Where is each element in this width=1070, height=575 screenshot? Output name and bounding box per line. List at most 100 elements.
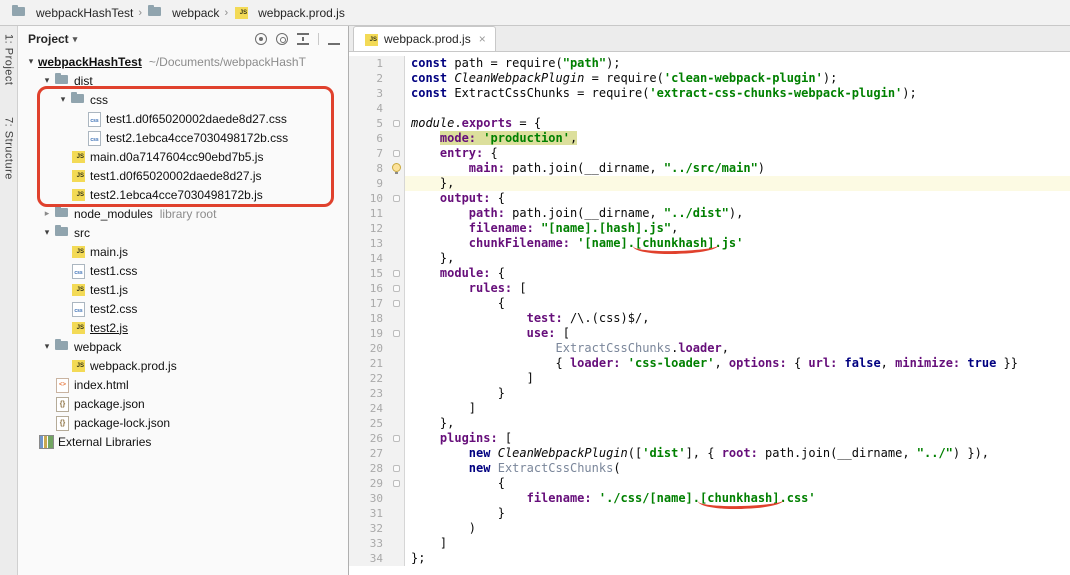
- fold-marker-icon[interactable]: [393, 270, 400, 277]
- line-number[interactable]: 3: [349, 86, 389, 101]
- line-number[interactable]: 16: [349, 281, 389, 296]
- line-number[interactable]: 32: [349, 521, 389, 536]
- code-line[interactable]: 11 path: path.join(__dirname, "../dist")…: [349, 206, 1070, 221]
- line-number[interactable]: 23: [349, 386, 389, 401]
- tree-item[interactable]: test2.js: [18, 318, 348, 337]
- code-line[interactable]: 6 mode: 'production',: [349, 131, 1070, 146]
- fold-marker-icon[interactable]: [393, 120, 400, 127]
- code-line[interactable]: 8 main: path.join(__dirname, "../src/mai…: [349, 161, 1070, 176]
- chevron-down-icon[interactable]: ▾: [56, 94, 70, 105]
- project-view-selector[interactable]: Project ▾: [28, 32, 77, 46]
- line-number[interactable]: 7: [349, 146, 389, 161]
- code-line[interactable]: 16 rules: [: [349, 281, 1070, 296]
- breadcrumb-item-file[interactable]: webpack.prod.js: [230, 5, 348, 20]
- tree-item[interactable]: ▾ css: [18, 90, 348, 109]
- gear-icon[interactable]: [276, 33, 288, 45]
- line-number[interactable]: 8: [349, 161, 389, 176]
- tree-item[interactable]: ▾ dist: [18, 71, 348, 90]
- hide-panel-icon[interactable]: [328, 33, 340, 45]
- tree-item[interactable]: External Libraries: [18, 432, 348, 451]
- line-number[interactable]: 6: [349, 131, 389, 146]
- code-line[interactable]: 30 filename: './css/[name].[chunkhash].c…: [349, 491, 1070, 506]
- line-number[interactable]: 29: [349, 476, 389, 491]
- chevron-down-icon[interactable]: ▾: [40, 227, 54, 238]
- line-number[interactable]: 34: [349, 551, 389, 566]
- code-line[interactable]: 3 const ExtractCssChunks = require('extra…: [349, 86, 1070, 101]
- tree-item[interactable]: test1.d0f65020002daede8d27.css: [18, 109, 348, 128]
- line-number[interactable]: 33: [349, 536, 389, 551]
- chevron-down-icon[interactable]: ▾: [40, 75, 54, 86]
- fold-marker-icon[interactable]: [393, 285, 400, 292]
- code-line[interactable]: 27 new CleanWebpackPlugin(['dist'], { ro…: [349, 446, 1070, 461]
- chevron-down-icon[interactable]: ▾: [24, 56, 38, 67]
- code-line[interactable]: 14 },: [349, 251, 1070, 266]
- tree-item[interactable]: test2.1ebca4cce7030498172b.js: [18, 185, 348, 204]
- line-number[interactable]: 25: [349, 416, 389, 431]
- collapse-all-icon[interactable]: [297, 33, 309, 45]
- code-line[interactable]: 24 ]: [349, 401, 1070, 416]
- code-line[interactable]: 25 },: [349, 416, 1070, 431]
- code-line[interactable]: 10 output: {: [349, 191, 1070, 206]
- code-line[interactable]: 1 const path = require("path");: [349, 56, 1070, 71]
- tree-item[interactable]: ▾ webpack: [18, 337, 348, 356]
- fold-marker-icon[interactable]: [393, 330, 400, 337]
- fold-marker-icon[interactable]: [393, 150, 400, 157]
- breadcrumb-item-project[interactable]: webpackHashTest: [8, 5, 136, 20]
- line-number[interactable]: 15: [349, 266, 389, 281]
- line-number[interactable]: 20: [349, 341, 389, 356]
- fold-marker-icon[interactable]: [393, 435, 400, 442]
- tree-item[interactable]: main.js: [18, 242, 348, 261]
- fold-marker-icon[interactable]: [393, 300, 400, 307]
- tree-item[interactable]: test2.css: [18, 299, 348, 318]
- tool-button-structure[interactable]: 7: Structure: [3, 117, 15, 180]
- line-number[interactable]: 24: [349, 401, 389, 416]
- code-line[interactable]: 4: [349, 101, 1070, 116]
- close-icon[interactable]: ×: [479, 32, 486, 46]
- line-number[interactable]: 21: [349, 356, 389, 371]
- code-line[interactable]: 13 chunkFilename: '[name].[chunkhash].js…: [349, 236, 1070, 251]
- line-number[interactable]: 22: [349, 371, 389, 386]
- tab-webpack-prod-js[interactable]: webpack.prod.js ×: [353, 26, 496, 51]
- tree-item[interactable]: webpack.prod.js: [18, 356, 348, 375]
- code-line[interactable]: 28 new ExtractCssChunks(: [349, 461, 1070, 476]
- line-number[interactable]: 30: [349, 491, 389, 506]
- line-number[interactable]: 17: [349, 296, 389, 311]
- tool-button-project[interactable]: 1: Project: [3, 34, 15, 85]
- code-line[interactable]: 20 ExtractCssChunks.loader,: [349, 341, 1070, 356]
- chevron-down-icon[interactable]: ▾: [40, 341, 54, 352]
- line-number[interactable]: 11: [349, 206, 389, 221]
- line-number[interactable]: 14: [349, 251, 389, 266]
- fold-marker-icon[interactable]: [393, 480, 400, 487]
- code-line[interactable]: 12 filename: "[name].[hash].js",: [349, 221, 1070, 236]
- line-number[interactable]: 10: [349, 191, 389, 206]
- code-line[interactable]: 26 plugins: [: [349, 431, 1070, 446]
- tree-item[interactable]: index.html: [18, 375, 348, 394]
- chevron-right-icon[interactable]: ▸: [40, 208, 54, 219]
- code-line[interactable]: 22 ]: [349, 371, 1070, 386]
- tree-item[interactable]: test1.js: [18, 280, 348, 299]
- line-number[interactable]: 5: [349, 116, 389, 131]
- code-line[interactable]: 31 }: [349, 506, 1070, 521]
- intention-bulb-icon[interactable]: [392, 163, 401, 174]
- line-number[interactable]: 27: [349, 446, 389, 461]
- line-number[interactable]: 19: [349, 326, 389, 341]
- tree-item[interactable]: test2.1ebca4cce7030498172b.css: [18, 128, 348, 147]
- tree-item[interactable]: package-lock.json: [18, 413, 348, 432]
- breadcrumb-item-webpack[interactable]: webpack: [144, 5, 222, 20]
- tree-item[interactable]: ▸ node_modules library root: [18, 204, 348, 223]
- locate-file-icon[interactable]: [255, 33, 267, 45]
- tree-item[interactable]: ▾ webpackHashTest ~/Documents/webpackHashT: [18, 52, 348, 71]
- tree-item[interactable]: ▾ src: [18, 223, 348, 242]
- line-number[interactable]: 4: [349, 101, 389, 116]
- code-line[interactable]: 15 module: {: [349, 266, 1070, 281]
- code-line[interactable]: 32 ): [349, 521, 1070, 536]
- code-line[interactable]: 19 use: [: [349, 326, 1070, 341]
- code-editor[interactable]: 1 const path = require("path"); 2 const Cle…: [349, 52, 1070, 575]
- tree-item[interactable]: main.d0a7147604cc90ebd7b5.js: [18, 147, 348, 166]
- line-number[interactable]: 1: [349, 56, 389, 71]
- line-number[interactable]: 12: [349, 221, 389, 236]
- code-line[interactable]: 18 test: /\.(css)$/,: [349, 311, 1070, 326]
- code-line[interactable]: 21 { loader: 'css-loader', options: { ur…: [349, 356, 1070, 371]
- code-line[interactable]: 34};: [349, 551, 1070, 566]
- code-line[interactable]: 33 ]: [349, 536, 1070, 551]
